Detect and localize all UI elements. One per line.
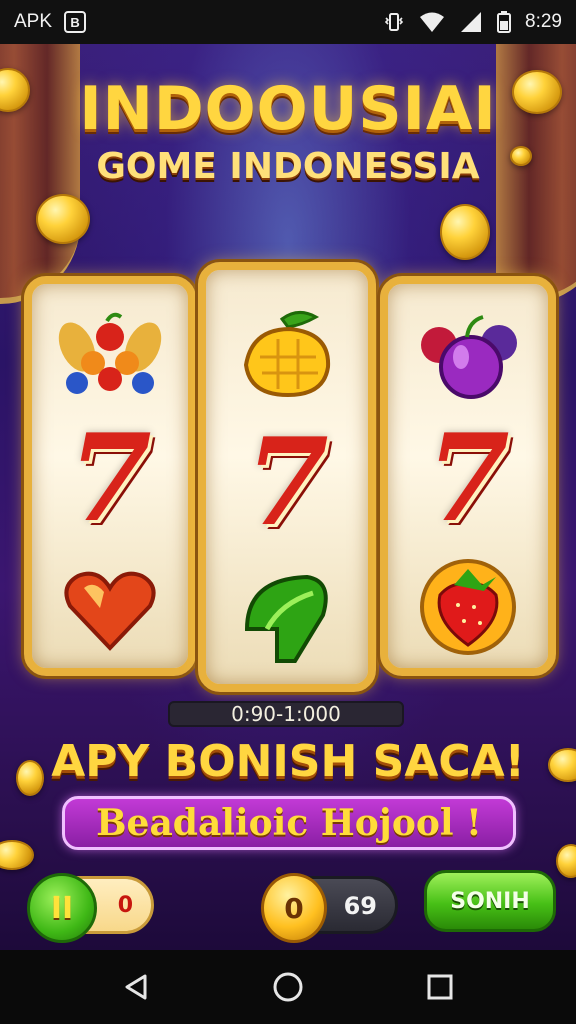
coin-balance-button[interactable]: 0 69	[261, 873, 398, 943]
game-scene: INDOOUSIAI GOME INDONESSIA 7 7 7 0:90-1:…	[0, 44, 576, 950]
seven-symbol: 7	[426, 408, 510, 549]
home-icon	[273, 972, 303, 1002]
promo-banner[interactable]: Beadalioic Hojool !	[62, 796, 516, 850]
plum-and-berries-icon	[403, 302, 533, 412]
green-leaf-icon	[222, 562, 352, 672]
home-button[interactable]	[258, 957, 318, 1017]
carrier-label: APK	[14, 11, 53, 32]
recents-icon	[427, 974, 453, 1000]
strawberry-icon	[403, 550, 533, 660]
seven-symbol: 7	[245, 412, 329, 553]
slot-machine: 7 7 7	[22, 254, 558, 694]
app-badge-icon: B	[64, 11, 87, 33]
reel-1: 7	[24, 276, 196, 676]
pause-value: 0	[117, 893, 133, 918]
reel-3: 7	[380, 276, 556, 676]
status-bar: APK B 8:29	[0, 0, 576, 44]
spin-button[interactable]: SONIH	[424, 870, 556, 932]
coin-icon: 0	[261, 873, 327, 943]
pause-icon[interactable]: II	[27, 873, 97, 943]
game-subtitle: GOME INDONESSIA	[96, 146, 480, 187]
mixed-fruit-cluster-icon	[45, 302, 175, 412]
game-title: INDOOUSIAI	[79, 74, 497, 144]
mango-icon	[222, 300, 352, 410]
recents-button[interactable]	[410, 957, 470, 1017]
coin-icon	[556, 844, 576, 878]
back-icon	[125, 974, 147, 1000]
coin-balance-value: 69	[343, 892, 377, 920]
back-button[interactable]	[106, 957, 166, 1017]
wifi-icon	[420, 12, 445, 32]
heart-gem-icon	[45, 554, 175, 664]
pause-button[interactable]: II 0	[27, 873, 154, 943]
bonus-headline: APY BONISH SACA!	[51, 736, 525, 787]
reel-2: 7	[198, 262, 376, 692]
clock-time: 8:29	[525, 11, 562, 32]
coin-icon	[36, 194, 90, 244]
seven-symbol: 7	[68, 408, 152, 549]
coin-icon	[440, 204, 490, 260]
battery-icon	[497, 11, 512, 33]
bet-range-display: 0:90-1:000	[168, 701, 404, 727]
vibrate-icon	[384, 13, 404, 31]
signal-icon	[461, 12, 482, 32]
coin-icon	[0, 840, 34, 870]
navigation-bar	[0, 950, 576, 1024]
